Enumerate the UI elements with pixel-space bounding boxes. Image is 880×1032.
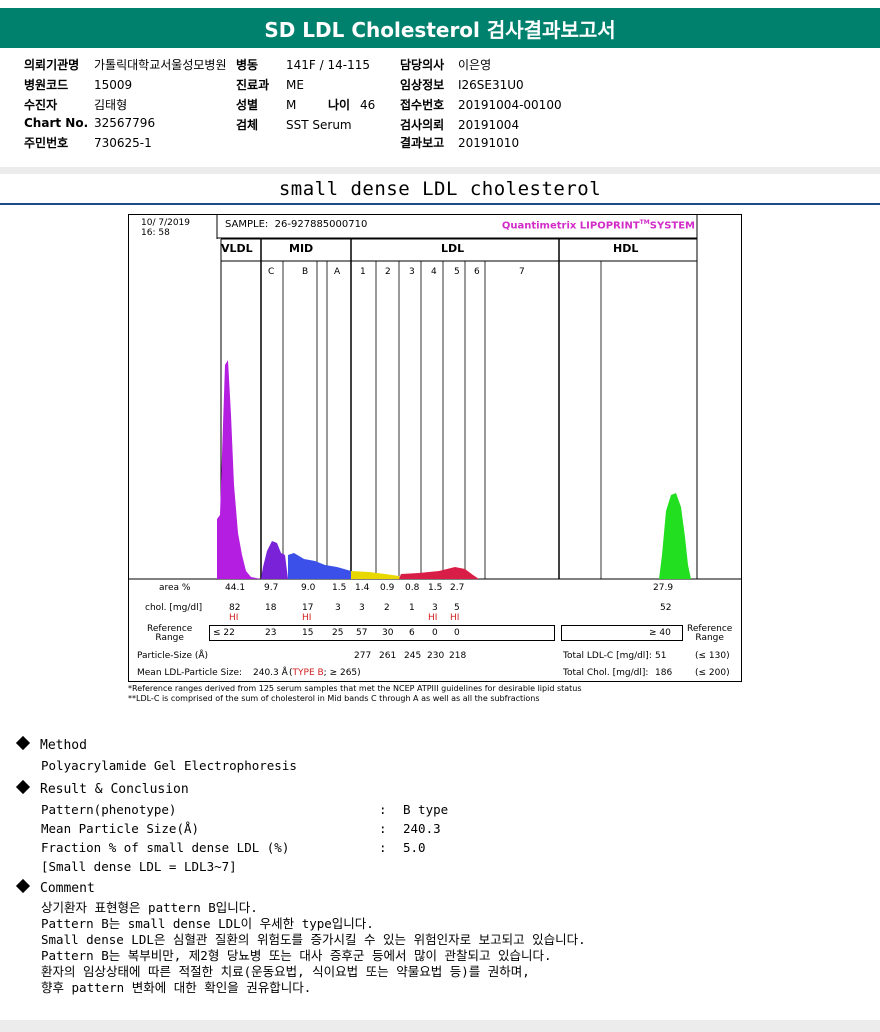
band-b: B [302,267,309,277]
report-date-row: 결과보고 20191010 [400,136,520,150]
hospital-code-row: 병원코드 15009 [24,78,133,92]
footer-bar [0,1020,880,1032]
diamond-icon [15,779,31,795]
band-5: 5 [454,267,460,277]
result-note: [Small dense LDL = LDL3~7] [41,859,237,874]
divider-line [0,203,880,205]
trace-vldl [217,360,261,579]
department-row: 진료과 ME [236,78,304,92]
chart-row: Chart No. 32567796 [24,116,156,130]
trace-hdl [659,493,691,579]
band-a: A [334,267,341,277]
band-3: 3 [409,267,415,277]
report-title-bar: SD LDL Cholesterol 검사결과보고서 [0,8,880,48]
hi-flag-5: HI [450,613,460,623]
result-heading: Result & Conclusion [15,779,189,797]
institution-row: 의뢰기관명 가톨릭대학교서울성모병원 [24,58,227,72]
request-row: 검사의뢰 20191004 [400,118,520,132]
trace-ldl-high [399,567,479,579]
band-2: 2 [385,267,391,277]
band-1: 1 [360,267,366,277]
method-heading: Method [15,735,87,753]
doctor-row: 담당의사 이은영 [400,58,492,72]
group-hdl: HDL [613,242,639,255]
specimen-row: 검체 SST Serum [236,118,352,132]
mean-row: Mean LDL-Particle Size: 240.3 Å (TYPE B;… [137,668,730,678]
band-7: 7 [519,267,525,277]
hi-flag-vldl: HI [229,613,239,623]
result-row-3: Fraction % of small dense LDL (%):5.0 [41,840,426,855]
patient-row: 수진자 김태형 [24,98,128,112]
lipoprint-report: 10/ 7/2019 16: 58 SAMPLE: 26-92788500071… [128,214,742,682]
id-row: 주민번호 730625-1 [24,136,152,150]
comment-line-2: Pattern B는 small dense LDL이 우세한 type입니다. [41,916,374,931]
particle-row: Particle-Size (Å) 277 261 245 230 218 To… [137,651,730,661]
band-c: C [268,267,275,277]
comment-line-6: 향후 pattern 변화에 대한 확인을 권유합니다. [41,980,312,995]
method-text: Polyacrylamide Gel Electrophoresis [41,758,297,773]
receipt-row: 접수번호 20191004-00100 [400,98,562,112]
ref-label-right: Reference Range [687,624,733,643]
group-mid: MID [289,242,314,255]
hi-flag-4: HI [428,613,438,623]
trace-mid-c [261,541,288,579]
group-ldl: LDL [441,242,465,255]
ward-row: 병동 141F / 14-115 [236,58,370,72]
ref-hdl: ≥ 40 [649,628,671,638]
hi-flag-b: HI [302,613,312,623]
report-title: SD LDL Cholesterol 검사결과보고서 [264,17,616,42]
trace-mid-b [288,553,351,579]
group-vldl: VLDL [221,242,253,255]
area-row: area % 44.1 9.7 9.0 1.5 1.4 0.9 0.8 1.5 … [159,583,674,593]
result-row-1: Pattern(phenotype): B type [41,802,449,817]
band-4: 4 [431,267,437,277]
section-title: small dense LDL cholesterol [278,178,602,200]
comment-line-5: 환자의 임상상태에 따른 적절한 치료(운동요법, 식이요법 또는 약물요법 등… [41,964,530,979]
comment-line-1: 상기환자 표현형은 pattern B입니다. [41,900,258,915]
separator [0,167,880,174]
sex-row: 성별 M 나이 46 [236,98,376,112]
footnote-1: *Reference ranges derived from 125 serum… [128,684,582,693]
diamond-icon [15,878,31,894]
diamond-icon [15,735,31,751]
band-6: 6 [474,267,480,277]
comment-heading: Comment [15,878,95,896]
result-row-2: Mean Particle Size(Å):240.3 [41,821,441,836]
comment-line-3: Small dense LDL은 심혈관 질환의 위험도를 증가시킬 수 있는 … [41,932,586,947]
clinical-info-row: 임상정보 I26SE31U0 [400,78,524,92]
comment-line-4: Pattern B는 복부비만, 제2형 당뇨병 또는 대사 증후군 등에서 많… [41,948,552,963]
footnote-2: **LDL-C is comprised of the sum of chole… [128,694,540,703]
